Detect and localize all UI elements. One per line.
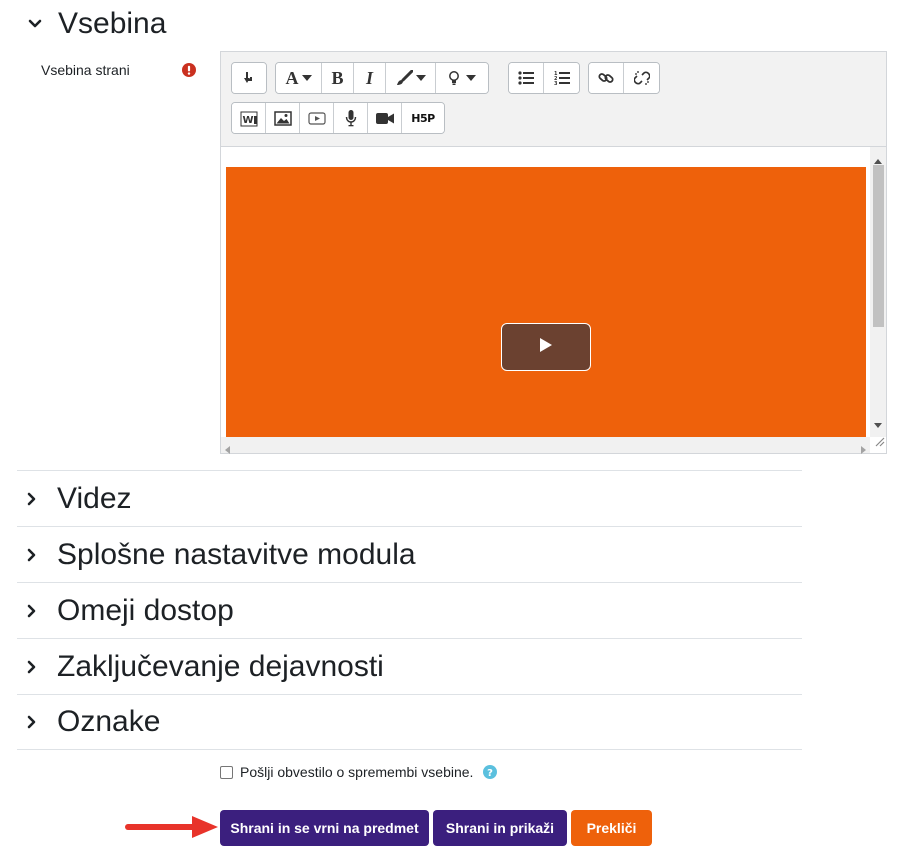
numbered-list-button[interactable]: 123	[544, 63, 579, 93]
font-style-button[interactable]: A	[276, 63, 322, 93]
section-title: Splošne nastavitve modula	[57, 537, 416, 571]
video-camera-icon	[375, 112, 395, 125]
horizontal-scrollbar[interactable]	[221, 437, 870, 454]
save-and-return-button[interactable]: Shrani in se vrni na predmet	[220, 810, 429, 846]
form-sections: Videz Splošne nastavitve modula Omeji do…	[17, 470, 802, 750]
chevron-right-icon	[27, 604, 57, 618]
scroll-down-icon[interactable]	[874, 415, 882, 433]
toolbar-group-media: W H5P	[231, 102, 445, 134]
toolbar-group-links	[588, 62, 660, 94]
section-zakljucevanje[interactable]: Zaključevanje dejavnosti	[17, 638, 802, 694]
chevron-right-icon	[27, 548, 57, 562]
save-and-display-button[interactable]: Shrani in prikaži	[433, 810, 567, 846]
font-icon: A	[285, 67, 299, 88]
editor-content-area[interactable]	[221, 146, 886, 454]
embedded-video[interactable]	[226, 167, 866, 437]
italic-icon: I	[365, 67, 373, 88]
toolbar-group-lists: 123	[508, 62, 580, 94]
insert-icon	[243, 71, 255, 85]
section-splosne-nastavitve[interactable]: Splošne nastavitve modula	[17, 526, 802, 582]
numbered-list-icon: 123	[554, 70, 570, 86]
required-icon	[182, 63, 196, 77]
insert-media-button[interactable]	[300, 103, 334, 133]
text-color-button[interactable]	[386, 63, 436, 93]
microphone-icon	[345, 109, 357, 127]
notify-checkbox[interactable]	[220, 765, 233, 779]
insert-image-button[interactable]	[266, 103, 300, 133]
section-title: Omeji dostop	[57, 593, 234, 627]
svg-text:?: ?	[488, 768, 494, 779]
toolbar-group-style: A B I	[275, 62, 489, 94]
chevron-right-icon	[27, 715, 57, 729]
h5p-icon: H5P	[411, 111, 435, 125]
bullet-list-button[interactable]	[509, 63, 544, 93]
scroll-left-icon[interactable]	[225, 441, 230, 459]
accessibility-button[interactable]	[436, 63, 488, 93]
bold-icon: B	[331, 67, 344, 88]
svg-text:W: W	[242, 115, 253, 126]
insert-h5p-button[interactable]: H5P	[402, 103, 444, 133]
notify-option: Pošlji obvestilo o spremembi vsebine. ?	[220, 764, 498, 780]
section-title: Vsebina	[58, 7, 167, 40]
scroll-right-icon[interactable]	[861, 441, 866, 459]
section-title: Zaključevanje dejavnosti	[57, 649, 384, 683]
section-title: Oznake	[57, 705, 161, 738]
unlink-button[interactable]	[624, 63, 659, 93]
chevron-right-icon	[27, 660, 57, 674]
scrollbar-thumb[interactable]	[873, 165, 884, 327]
section-videz[interactable]: Videz	[17, 470, 802, 526]
play-button[interactable]	[501, 323, 591, 371]
vertical-scrollbar[interactable]	[870, 147, 886, 437]
notify-label: Pošlji obvestilo o spremembi vsebine.	[240, 764, 474, 780]
show-more-button[interactable]	[232, 63, 266, 93]
cancel-button[interactable]: Prekliči	[571, 810, 652, 846]
chevron-right-icon	[27, 492, 57, 506]
link-button[interactable]	[589, 63, 624, 93]
chevron-down-icon	[28, 19, 58, 29]
word-paste-icon: W	[240, 109, 258, 127]
section-title: Videz	[57, 481, 132, 515]
link-icon	[598, 70, 614, 86]
image-icon	[273, 110, 292, 126]
media-icon	[307, 111, 326, 125]
play-icon	[539, 337, 553, 358]
section-header-vsebina[interactable]: Vsebina	[28, 4, 166, 44]
help-icon[interactable]: ?	[483, 765, 498, 779]
pointer-arrow-icon	[124, 814, 220, 845]
section-oznake[interactable]: Oznake	[17, 694, 802, 750]
record-video-button[interactable]	[368, 103, 402, 133]
content-field-label: Vsebina strani	[41, 62, 130, 78]
italic-button[interactable]: I	[354, 63, 386, 93]
unlink-icon	[633, 70, 650, 86]
paste-from-word-button[interactable]: W	[232, 103, 266, 133]
resize-handle-icon[interactable]	[873, 434, 885, 452]
bold-button[interactable]: B	[322, 63, 354, 93]
text-editor: A B I 1 2 3 W H5P	[220, 51, 887, 454]
svg-text:3: 3	[554, 81, 558, 86]
section-omeji-dostop[interactable]: Omeji dostop	[17, 582, 802, 638]
record-audio-button[interactable]	[334, 103, 368, 133]
toolbar-group-collapse	[231, 62, 267, 94]
editor-toolbar: A B I 1 2 3 W H5P	[221, 52, 886, 146]
lightbulb-icon	[448, 70, 460, 86]
bullet-list-icon	[518, 71, 534, 85]
brush-icon	[395, 70, 413, 86]
